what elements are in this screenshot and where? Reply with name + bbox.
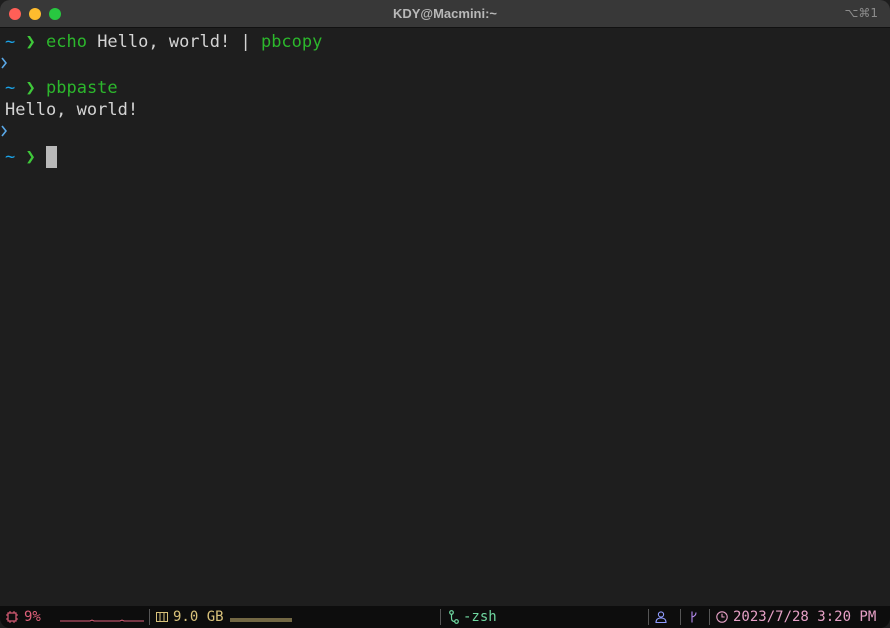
prompt-dir: ~	[5, 78, 16, 98]
command-line-2: ~ ❯ pbpaste	[5, 77, 118, 99]
status-bar: 9% 9.0 GB -zsh 2023/7/28 3:20 PM	[0, 606, 890, 628]
divider	[648, 609, 649, 625]
command-output: Hello, world!	[5, 99, 138, 121]
cpu-icon	[6, 611, 18, 623]
divider	[680, 609, 681, 625]
output-text: Hello, world!	[5, 100, 139, 120]
cpu-usage: 9%	[24, 609, 41, 625]
command-args: Hello, world! |	[86, 32, 261, 52]
command-name-2: pbcopy	[260, 32, 323, 52]
clock-icon	[716, 611, 728, 623]
user-icon[interactable]	[655, 611, 667, 623]
cpu-graph	[60, 619, 144, 622]
command-name: pbpaste	[46, 78, 118, 98]
memory-graph	[230, 618, 292, 622]
git-branch-icon	[449, 610, 459, 624]
memory-usage: 9.0 GB	[173, 609, 224, 625]
terminal-window: KDY@Macmini:~ ⌥⌘1 ~ ❯ echo Hello, world!…	[0, 0, 890, 628]
divider	[709, 609, 710, 625]
prompt-marker-icon	[1, 57, 7, 69]
divider	[440, 609, 441, 625]
command-name: echo	[46, 32, 87, 52]
prompt-dir: ~	[5, 147, 16, 167]
datetime: 2023/7/28 3:20 PM	[733, 609, 877, 625]
prompt-arrow: ❯	[25, 147, 36, 167]
divider	[149, 609, 150, 625]
session-name: -zsh	[463, 609, 497, 625]
prompt-arrow: ❯	[25, 78, 36, 98]
text-cursor	[46, 146, 57, 168]
prompt-marker-icon	[1, 125, 7, 137]
prompt-dir: ~	[5, 32, 16, 52]
title-bar: KDY@Macmini:~ ⌥⌘1	[0, 0, 890, 28]
prompt-arrow: ❯	[25, 32, 36, 52]
memory-icon	[156, 612, 168, 622]
branch-icon[interactable]	[690, 611, 698, 623]
current-prompt-line[interactable]: ~ ❯	[5, 146, 57, 168]
window-shortcut: ⌥⌘1	[844, 6, 878, 20]
terminal-content[interactable]: ~ ❯ echo Hello, world! | pbcopy ~ ❯ pbpa…	[0, 28, 890, 606]
command-line-1: ~ ❯ echo Hello, world! | pbcopy	[5, 31, 322, 53]
window-title: KDY@Macmini:~	[392, 6, 498, 21]
